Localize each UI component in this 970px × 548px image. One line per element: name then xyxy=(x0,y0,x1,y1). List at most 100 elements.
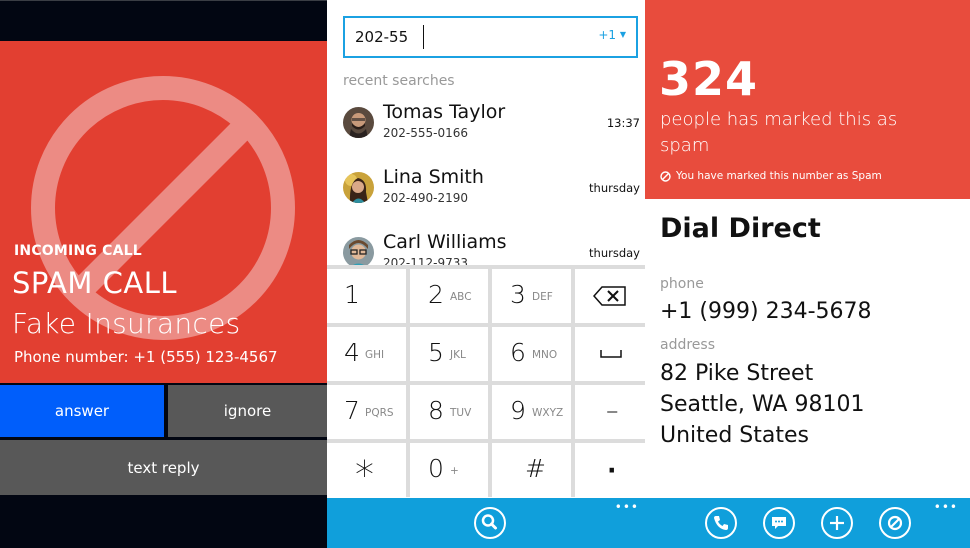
spam-report-message: people has marked this as spam xyxy=(660,109,898,156)
search-icon xyxy=(481,514,497,530)
incoming-call-screen: INCOMING CALL SPAM CALL Fake Insurances … xyxy=(0,0,327,548)
key-digit: # xyxy=(525,454,546,483)
add-icon xyxy=(830,516,844,530)
dial-key[interactable]: · xyxy=(575,443,645,497)
avatar xyxy=(343,172,374,203)
dialer-screen: +1 ▼ recent searches Tomas Taylor 202-55… xyxy=(327,0,645,548)
key-letters: ABC xyxy=(450,291,472,303)
phone-value[interactable]: +1 (999) 234-5678 xyxy=(660,296,872,327)
phone-label: phone xyxy=(660,276,704,292)
backspace-key[interactable] xyxy=(575,269,645,323)
dial-key[interactable]: * xyxy=(327,443,406,497)
key-letters: GHI xyxy=(365,349,385,361)
message-button[interactable] xyxy=(763,507,795,539)
key-letters: MNO xyxy=(532,349,558,361)
dial-key[interactable]: 7 PQRS xyxy=(327,385,406,439)
contact-number: 202-490-2190 xyxy=(383,191,469,205)
key-digit: 5 xyxy=(428,338,444,367)
key-digit: · xyxy=(607,456,617,485)
number-search-field[interactable]: +1 ▼ xyxy=(343,16,638,58)
spam-report-count: 324 xyxy=(659,52,759,106)
status-bar xyxy=(0,0,327,41)
dial-key[interactable]: 4 GHI xyxy=(327,327,406,381)
key-digit: 7 xyxy=(344,396,360,425)
caller-title: SPAM CALL xyxy=(12,266,178,300)
text-caret xyxy=(423,25,424,49)
add-contact-button[interactable] xyxy=(821,507,853,539)
dial-key[interactable]: 6 MNO xyxy=(492,327,571,381)
dial-key[interactable]: 2 ABC xyxy=(410,269,488,323)
address-line[interactable]: United States xyxy=(660,420,809,451)
call-button[interactable] xyxy=(705,507,737,539)
contact-time: thursday xyxy=(589,246,640,260)
key-letters: PQRS xyxy=(365,407,394,419)
dial-key[interactable]: 0 + xyxy=(410,443,488,497)
dial-key[interactable]: 1 xyxy=(327,269,406,323)
country-code-value: +1 xyxy=(598,28,617,42)
avatar xyxy=(343,107,374,138)
block-icon xyxy=(887,515,903,531)
address-line[interactable]: Seattle, WA 98101 xyxy=(660,389,864,420)
more-options-button[interactable]: ••• xyxy=(934,500,958,514)
incoming-call-banner: INCOMING CALL SPAM CALL Fake Insurances … xyxy=(0,41,327,383)
incoming-call-label: INCOMING CALL xyxy=(14,243,142,259)
call-icon xyxy=(714,516,728,530)
contact-name: Tomas Taylor xyxy=(383,101,506,123)
block-icon xyxy=(660,170,671,182)
contact-name: Lina Smith xyxy=(383,166,484,188)
dial-key[interactable]: # xyxy=(492,443,571,497)
caller-phone-number: Phone number: +1 (555) 123-4567 xyxy=(14,348,278,366)
marked-spam-notice: You have marked this number as Spam xyxy=(660,170,882,182)
dial-key[interactable]: 3 DEF xyxy=(492,269,571,323)
key-letters: TUV xyxy=(450,407,472,419)
dial-key[interactable]: 5 JKL xyxy=(410,327,488,381)
dial-key[interactable]: 9 WXYZ xyxy=(492,385,571,439)
caller-subtitle: Fake Insurances xyxy=(12,307,241,340)
key-digit: – xyxy=(606,396,619,425)
key-letters: WXYZ xyxy=(532,407,564,419)
number-input[interactable] xyxy=(355,26,575,48)
country-code-dropdown[interactable]: +1 ▼ xyxy=(598,28,626,42)
contact-list-item[interactable]: Lina Smith 202-490-2190 thursday xyxy=(341,166,641,215)
ignore-button[interactable]: ignore xyxy=(168,385,327,437)
contact-list-item[interactable]: Tomas Taylor 202-555-0166 13:37 xyxy=(341,101,641,150)
contact-number: 202-555-0166 xyxy=(383,126,469,140)
contact-time: 13:37 xyxy=(606,116,640,130)
space-key[interactable] xyxy=(575,327,645,381)
answer-button[interactable]: answer xyxy=(0,385,164,437)
contact-name: Carl Williams xyxy=(383,231,507,253)
key-digit: * xyxy=(355,453,374,497)
more-options-button[interactable]: ••• xyxy=(615,500,639,514)
details-app-bar: ••• xyxy=(645,498,970,548)
ban-icon xyxy=(31,76,295,340)
avatar xyxy=(343,237,374,268)
key-letters: + xyxy=(450,465,459,477)
search-button[interactable] xyxy=(474,507,506,539)
message-icon xyxy=(772,517,786,529)
key-letters: DEF xyxy=(532,291,553,303)
key-digit: 4 xyxy=(344,338,360,367)
dialer-app-bar: ••• xyxy=(327,498,645,548)
recent-searches-heading: recent searches xyxy=(343,73,455,89)
key-digit: 2 xyxy=(428,280,444,309)
dial-key[interactable]: 8 TUV xyxy=(410,385,488,439)
contact-time: thursday xyxy=(589,181,640,195)
caller-name: Dial Direct xyxy=(660,213,821,244)
caret-down-icon: ▼ xyxy=(619,30,626,39)
address-label: address xyxy=(660,337,716,353)
key-digit: 8 xyxy=(428,396,444,425)
block-button[interactable] xyxy=(879,507,911,539)
key-digit: 0 xyxy=(428,454,444,483)
spam-details-screen: 324 people has marked this as spam You h… xyxy=(645,0,970,548)
address-line[interactable]: 82 Pike Street xyxy=(660,358,813,389)
spam-report-banner: 324 people has marked this as spam You h… xyxy=(645,0,970,199)
key-digit: 1 xyxy=(344,280,360,309)
key-letters: JKL xyxy=(450,349,466,361)
text-reply-button[interactable]: text reply xyxy=(0,440,327,495)
dial-key[interactable]: – xyxy=(575,385,645,439)
key-digit: 3 xyxy=(510,280,526,309)
dial-keypad: 1 2 ABC 3 DEF 4 GHI 5 JKL 6 MNO 7 PQRS 8 TUV 9 WXYZ – * 0 + #… xyxy=(327,265,645,497)
key-digit: 6 xyxy=(510,338,526,367)
backspace-icon xyxy=(593,286,626,306)
marked-spam-text: You have marked this number as Spam xyxy=(676,170,882,182)
